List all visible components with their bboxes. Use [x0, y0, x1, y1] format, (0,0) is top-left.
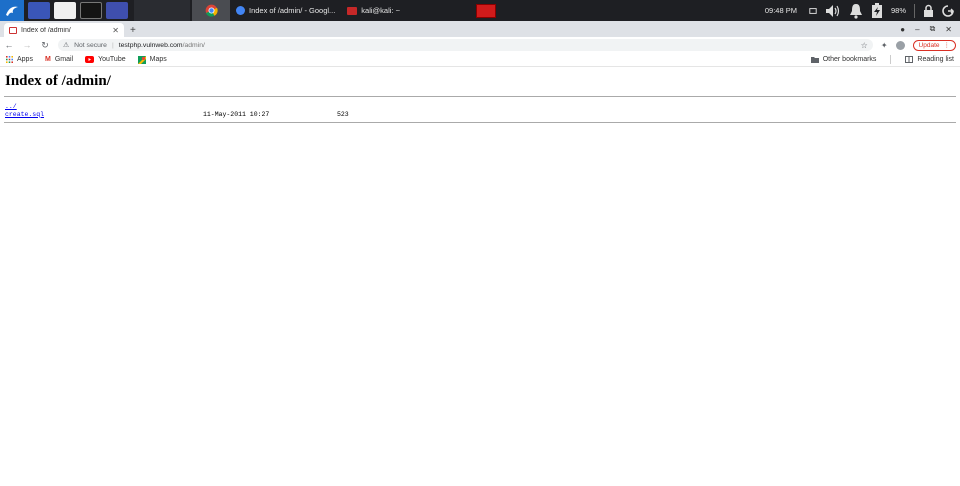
- close-window-icon[interactable]: ✕: [945, 25, 952, 34]
- bookmark-label: Apps: [17, 56, 33, 63]
- bookmark-label: YouTube: [98, 56, 126, 63]
- update-label: Update: [918, 41, 940, 49]
- terminal-icon[interactable]: [80, 2, 102, 19]
- tab-title: Index of /admin/: [21, 26, 71, 34]
- more-menu-icon: ⋮: [943, 42, 951, 49]
- new-tab-button[interactable]: +: [130, 25, 136, 36]
- bookmarks-divider: [890, 55, 892, 64]
- warning-triangle-icon[interactable]: ⚠: [63, 41, 69, 49]
- notification-bell-icon[interactable]: [849, 3, 863, 19]
- profile-avatar-icon[interactable]: [895, 40, 905, 50]
- tray-divider: [914, 3, 915, 18]
- chrome-launcher-icon[interactable]: [192, 0, 230, 21]
- taskbar-item-label: Index of /admin/ - Googl...: [249, 6, 336, 15]
- taskbar-item-label: kali@kali: ~: [361, 6, 400, 15]
- list-item: ../: [5, 103, 605, 111]
- terminal-icon: [347, 6, 358, 15]
- update-button[interactable]: Update ⋮: [912, 39, 956, 51]
- back-arrow-icon[interactable]: ←: [4, 40, 14, 50]
- file-link-create-sql[interactable]: create.sql: [5, 111, 44, 118]
- other-bookmarks-label: Other bookmarks: [822, 56, 877, 63]
- address-separator: |: [111, 41, 114, 49]
- logout-icon[interactable]: [942, 4, 954, 17]
- youtube-icon: [85, 56, 95, 63]
- security-status[interactable]: Not secure: [74, 42, 107, 49]
- display-icon[interactable]: [809, 7, 817, 15]
- file-manager-icon[interactable]: [54, 2, 76, 19]
- address-bar[interactable]: ⚠ Not secure | testphp.vulnweb.com/admin…: [58, 39, 873, 51]
- page-heading: Index of /admin/: [5, 73, 111, 89]
- parent-directory-link[interactable]: ../: [5, 103, 17, 110]
- volume-icon[interactable]: [825, 4, 841, 18]
- red-window-thumbnail[interactable]: [475, 3, 496, 18]
- file-date: 11-May-2011 10:27: [203, 110, 270, 118]
- browser-tab-strip: Index of /admin/ ✕ + ● – ⧉ ✕: [0, 21, 960, 37]
- directory-listing: ../ create.sql 11-May-2011 10:27 523: [5, 103, 605, 118]
- forward-arrow-icon[interactable]: →: [22, 40, 32, 50]
- restore-icon[interactable]: ⧉: [930, 24, 936, 34]
- clock[interactable]: 09:48 PM: [765, 6, 797, 15]
- kali-dragon-icon: [6, 6, 18, 16]
- workspace-1-button[interactable]: [28, 2, 50, 19]
- bookmark-star-icon[interactable]: ☆: [861, 41, 868, 50]
- bookmark-label: Maps: [149, 56, 167, 63]
- bookmark-label: Gmail: [54, 56, 74, 63]
- tab-search-icon[interactable]: ●: [900, 25, 905, 34]
- reload-icon[interactable]: ↻: [40, 40, 50, 51]
- lock-screen-icon[interactable]: [923, 4, 934, 17]
- reading-list[interactable]: Reading list: [905, 56, 954, 63]
- bottom-divider: [4, 122, 956, 123]
- battery-charging-icon[interactable]: [871, 2, 883, 19]
- screen-recorder-icon[interactable]: [106, 2, 128, 19]
- tab-index-of-admin[interactable]: Index of /admin/ ✕: [4, 23, 124, 37]
- workspace-2-button[interactable]: [134, 0, 190, 21]
- bookmark-apps[interactable]: Apps: [6, 56, 33, 63]
- extensions-puzzle-icon[interactable]: ✦: [881, 41, 888, 50]
- browser-toolbar: ← → ↻ ⚠ Not secure | testphp.vulnweb.com…: [0, 37, 960, 53]
- url-host: testphp.vulnweb.com: [118, 41, 183, 49]
- kali-menu-button[interactable]: [0, 0, 24, 21]
- battery-percent: 98%: [890, 6, 906, 15]
- bookmark-maps[interactable]: Maps: [137, 55, 167, 64]
- bookmarks-bar: Apps M Gmail YouTube Maps Other bookmark…: [0, 53, 960, 67]
- close-tab-icon[interactable]: ✕: [112, 26, 119, 35]
- gmail-icon: M: [44, 56, 51, 63]
- taskbar-item-terminal[interactable]: kali@kali: ~: [341, 0, 406, 21]
- chrome-icon: [236, 6, 245, 15]
- taskbar: Index of /admin/ - Googl... kali@kali: ~…: [0, 0, 960, 21]
- page-content: Index of /admin/ ../ create.sql 11-May-2…: [0, 68, 960, 486]
- apps-grid-icon: [6, 56, 13, 63]
- other-bookmarks[interactable]: Other bookmarks: [810, 56, 877, 63]
- taskbar-item-chrome[interactable]: Index of /admin/ - Googl...: [230, 0, 341, 21]
- folder-icon: [810, 57, 819, 63]
- reading-list-icon: [905, 56, 914, 63]
- file-size: 523: [337, 110, 349, 118]
- page-favicon-icon: [9, 26, 17, 34]
- bookmark-gmail[interactable]: M Gmail: [45, 56, 73, 63]
- top-divider: [4, 96, 956, 97]
- bookmark-youtube[interactable]: YouTube: [85, 56, 126, 63]
- minimize-icon[interactable]: –: [915, 25, 919, 34]
- maps-icon: [137, 55, 146, 64]
- url-path: /admin/: [182, 41, 205, 49]
- reading-list-label: Reading list: [917, 56, 954, 63]
- list-item: create.sql 11-May-2011 10:27 523: [5, 111, 605, 119]
